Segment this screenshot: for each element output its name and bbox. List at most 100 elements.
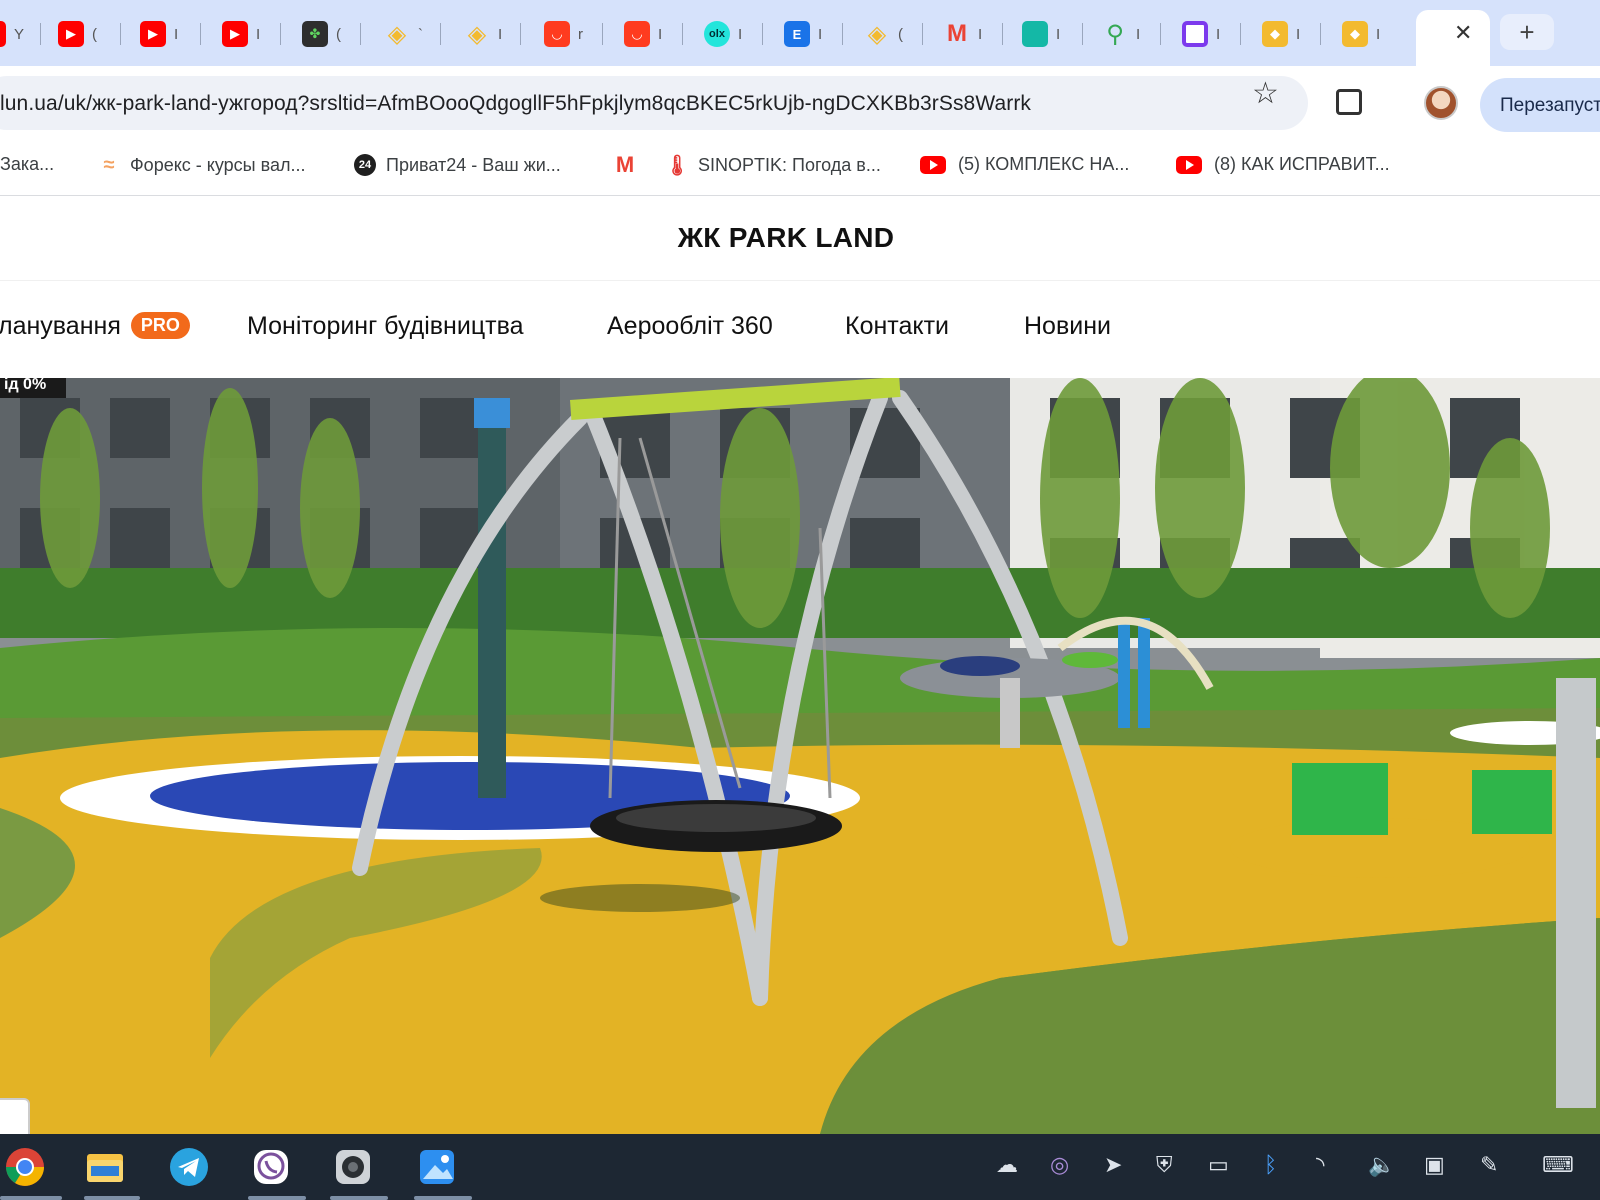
- bookmark-item[interactable]: 🌡 SINOPTIK: Погода в...: [664, 154, 881, 177]
- corner-widget[interactable]: [0, 1098, 30, 1136]
- bluetooth-icon[interactable]: ᛒ: [1264, 1152, 1277, 1178]
- tab-binance-3[interactable]: ◈ (: [864, 12, 903, 56]
- keyboard-icon[interactable]: ⌨: [1542, 1152, 1574, 1178]
- tab-maps[interactable]: ⚲ I: [1102, 12, 1140, 56]
- bookmark-label: (8) КАК ИСПРАВИТ...: [1214, 154, 1390, 174]
- tab-label: I: [1216, 25, 1221, 43]
- tab-gmail[interactable]: M I: [944, 12, 982, 56]
- nav-label: Контакти: [845, 312, 949, 340]
- file-explorer-icon[interactable]: [80, 1142, 130, 1192]
- tab-aliexpress-1[interactable]: ◡ r: [544, 12, 583, 56]
- bookmark-item[interactable]: (5) КОМПЛЕКС НА...: [920, 154, 1129, 175]
- tab-youtube-3[interactable]: ▶ I: [140, 12, 178, 56]
- tab-label: I: [738, 25, 743, 43]
- tab-label: I: [818, 25, 823, 43]
- gmail-icon: M: [947, 20, 967, 47]
- youtube-icon: ▶: [140, 21, 166, 47]
- aliexpress-icon: ◡: [624, 21, 650, 47]
- cloud-icon[interactable]: ☁: [996, 1152, 1018, 1178]
- active-tab[interactable]: [1416, 10, 1490, 66]
- bookmark-item[interactable]: 24 Приват24 - Ваш жи...: [354, 154, 561, 176]
- tab-label: (: [92, 25, 97, 43]
- folder-icon: [1022, 21, 1048, 47]
- binance-icon: ◈: [467, 20, 487, 48]
- viber-icon[interactable]: ◎: [1050, 1152, 1069, 1178]
- e-icon: E: [784, 21, 810, 47]
- tab-label: I: [498, 25, 503, 43]
- address-bar[interactable]: lun.ua/uk/жк-park-land-ужгород?srsltid=A…: [0, 76, 1308, 130]
- bookmark-label: Зака...: [0, 154, 55, 174]
- nav-item-contacts[interactable]: Контакти: [845, 312, 949, 341]
- tab-label: I: [1136, 25, 1141, 43]
- tab-youtube-2[interactable]: ▶ (: [58, 12, 97, 56]
- tab-label: I: [1296, 25, 1301, 43]
- binance-icon: ◆: [1262, 21, 1288, 47]
- viber-icon[interactable]: [246, 1142, 296, 1192]
- tab-label: (: [336, 25, 341, 43]
- new-tab-button[interactable]: +: [1500, 14, 1554, 50]
- telegram-icon[interactable]: [164, 1142, 214, 1192]
- forex-icon: ≈: [103, 153, 115, 176]
- close-tab-icon[interactable]: ✕: [1454, 20, 1472, 46]
- bookmark-item[interactable]: M: [614, 152, 646, 177]
- tab-label: I: [174, 25, 179, 43]
- profile-avatar[interactable]: [1424, 86, 1458, 120]
- tab-e[interactable]: E I: [784, 12, 822, 56]
- tab-youtube-1[interactable]: Y: [0, 12, 24, 56]
- bookmark-item[interactable]: Зака...: [0, 154, 54, 175]
- tab-youtube-4[interactable]: ▶ I: [222, 12, 260, 56]
- tab-strip: Y ▶ ( ▶ I ▶ I ✤ ( ◈ ` ◈ I ◡ r ◡ I olx I: [0, 0, 1600, 66]
- square-icon: [1182, 21, 1208, 47]
- nav-label: Новини: [1024, 312, 1111, 340]
- bookmark-star-icon[interactable]: ☆: [1252, 76, 1279, 111]
- bookmark-label: (5) КОМПЛЕКС НА...: [958, 154, 1130, 174]
- relaunch-button[interactable]: Перезапуст: [1480, 78, 1600, 132]
- taskbar: ☁ ◎ ➤ ⛨ ▭ ᛒ ◝ 🔈 ▣ ✎ ⌨: [0, 1134, 1600, 1200]
- bookmark-label: SINOPTIK: Погода в...: [698, 154, 881, 175]
- telegram-icon[interactable]: ➤: [1104, 1152, 1122, 1178]
- tab-binance-5[interactable]: ◆ I: [1342, 12, 1380, 56]
- tab-olx[interactable]: olx I: [704, 12, 742, 56]
- aliexpress-icon: ◡: [544, 21, 570, 47]
- network-icon[interactable]: ◝: [1316, 1152, 1325, 1178]
- tab-label: I: [256, 25, 261, 43]
- playground-illustration: [0, 378, 1600, 1134]
- tab-binance-1[interactable]: ◈ `: [384, 12, 423, 56]
- nav-item-aerial-360[interactable]: Аерообліт 360: [607, 312, 773, 341]
- battery-icon[interactable]: ▭: [1208, 1152, 1229, 1178]
- url-text[interactable]: lun.ua/uk/жк-park-land-ужгород?srsltid=A…: [0, 92, 1031, 116]
- chrome-icon[interactable]: [0, 1142, 50, 1192]
- nav-item-news[interactable]: Новини: [1024, 312, 1111, 341]
- display-icon[interactable]: ▣: [1424, 1152, 1445, 1178]
- tab-folder[interactable]: I: [1022, 12, 1060, 56]
- nav-item-planning[interactable]: ланування PRO: [0, 312, 190, 341]
- bookmark-item[interactable]: ≈ Форекс - курсы вал...: [98, 154, 306, 176]
- security-icon[interactable]: ⛨: [1156, 1152, 1173, 1178]
- binance-icon: ◈: [867, 20, 887, 48]
- youtube-icon: ▶: [58, 21, 84, 47]
- tab-label: I: [1056, 25, 1061, 43]
- photos-icon[interactable]: [412, 1142, 462, 1192]
- thermometer-icon: 🌡: [664, 154, 690, 177]
- privat24-icon: 24: [354, 154, 376, 176]
- nav-item-construction-monitoring[interactable]: Моніторинг будівництва: [247, 312, 524, 341]
- tab-label: `: [418, 25, 423, 43]
- tab-clover[interactable]: ✤ (: [302, 12, 341, 56]
- pen-icon[interactable]: ✎: [1480, 1152, 1498, 1178]
- nav-label: Аерообліт 360: [607, 312, 773, 340]
- tab-label: Y: [14, 25, 25, 43]
- tab-binance-2[interactable]: ◈ I: [464, 12, 502, 56]
- bookmark-label: Приват24 - Ваш жи...: [386, 154, 561, 175]
- tab-label: (: [898, 25, 903, 43]
- hero-photo[interactable]: ід 0%: [0, 378, 1600, 1134]
- camera-icon[interactable]: [328, 1142, 378, 1192]
- bookmark-label: Форекс - курсы вал...: [130, 154, 306, 175]
- nav-label: ланування: [0, 312, 121, 340]
- bookmark-item[interactable]: (8) КАК ИСПРАВИТ...: [1176, 154, 1390, 175]
- tab-aliexpress-2[interactable]: ◡ I: [624, 12, 662, 56]
- tab-square[interactable]: I: [1182, 12, 1220, 56]
- extensions-icon[interactable]: [1336, 89, 1362, 115]
- volume-icon[interactable]: 🔈: [1368, 1152, 1395, 1178]
- bookmarks-bar: Зака... ≈ Форекс - курсы вал... 24 Прива…: [0, 138, 1600, 196]
- tab-binance-4[interactable]: ◆ I: [1262, 12, 1300, 56]
